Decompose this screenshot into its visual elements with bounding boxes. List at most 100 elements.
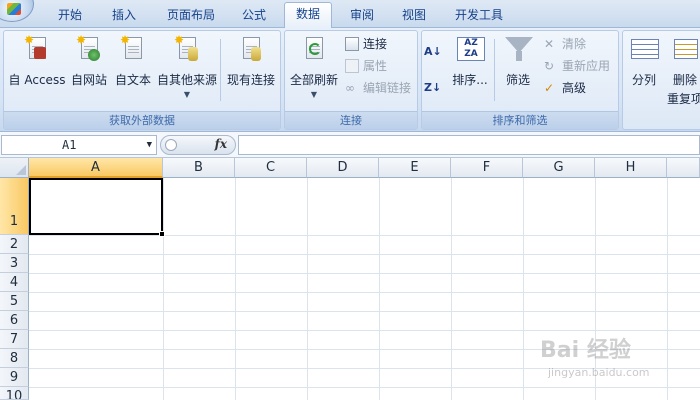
from-web-label: 自网站 — [70, 73, 107, 87]
office-button[interactable] — [0, 0, 34, 22]
row-header[interactable]: 9 — [0, 368, 29, 387]
link-icon: ∞ — [345, 81, 355, 95]
divider — [494, 39, 495, 101]
refresh-all-button[interactable]: 全部刷新 ▼ — [287, 35, 341, 99]
row-header[interactable]: 7 — [0, 330, 29, 349]
tab-home[interactable]: 开始 — [48, 5, 92, 25]
tab-view[interactable]: 视图 — [392, 5, 436, 25]
column-header[interactable]: G — [523, 158, 595, 178]
properties-label: 属性 — [363, 59, 388, 73]
sort-asc-icon: A↓ — [424, 45, 442, 58]
existing-connections-label: 现有连接 — [226, 73, 275, 87]
from-text-label: 自文本 — [114, 73, 151, 87]
filter-button[interactable]: 筛选 — [498, 35, 538, 88]
sort-icon: AZ ZA — [457, 35, 485, 63]
row-header[interactable]: 5 — [0, 292, 29, 311]
from-access-label: 自 Access — [8, 73, 66, 87]
gridline — [523, 178, 524, 400]
refresh-all-label: 全部刷新 — [289, 73, 338, 87]
tab-data[interactable]: 数据 — [284, 2, 332, 29]
column-header[interactable]: D — [307, 158, 379, 178]
group-label-sort-filter: 排序和筛选 — [422, 111, 618, 129]
tab-developer[interactable]: 开发工具 — [446, 5, 512, 25]
gridline — [451, 178, 452, 400]
gridline — [307, 178, 308, 400]
text-to-columns-button[interactable]: 分列 — [627, 35, 661, 88]
gridline — [29, 235, 700, 236]
connections-button[interactable]: 连接 — [343, 35, 387, 53]
chevron-down-icon[interactable]: ▼ — [147, 136, 152, 154]
active-cell-a1[interactable] — [29, 178, 163, 235]
clear-filter-button[interactable]: ✕ 清除 — [542, 35, 586, 53]
gridline — [29, 273, 700, 274]
remove-duplicates-button[interactable]: 删除 重复项 — [667, 35, 700, 107]
column-header[interactable]: C — [235, 158, 307, 178]
insert-function-control: fx — [160, 135, 236, 155]
row-header[interactable]: 6 — [0, 311, 29, 330]
advanced-filter-label: 高级 — [562, 81, 587, 95]
row-header[interactable]: 1 — [0, 178, 29, 235]
row-header[interactable]: 3 — [0, 254, 29, 273]
from-access-button[interactable]: ✸ 自 Access — [8, 34, 66, 88]
fill-handle[interactable] — [159, 231, 165, 237]
fx-icon[interactable]: fx — [215, 137, 227, 151]
refresh-icon — [301, 35, 327, 63]
select-all-button[interactable] — [0, 158, 29, 178]
existing-connections-button[interactable]: 现有连接 — [224, 35, 278, 88]
row-header[interactable]: 10 — [0, 387, 29, 400]
sort-desc-button[interactable]: Z↓ — [424, 79, 444, 97]
from-text-button[interactable]: ✸ 自文本 — [112, 34, 154, 88]
from-web-button[interactable]: ✸ 自网站 — [68, 34, 110, 88]
group-label-connections: 连接 — [285, 111, 417, 129]
sort-desc-icon: Z↓ — [424, 81, 442, 94]
tab-formulas[interactable]: 公式 — [232, 5, 276, 25]
existing-connections-icon — [238, 35, 264, 63]
from-other-sources-label: 自其他来源 — [156, 73, 217, 87]
row-header[interactable]: 2 — [0, 235, 29, 254]
reapply-icon: ↻ — [544, 59, 555, 73]
reapply-button[interactable]: ↻ 重新应用 — [542, 57, 610, 75]
connections-icon — [345, 37, 359, 51]
column-header[interactable]: A — [29, 158, 163, 178]
filter-label: 筛选 — [505, 73, 530, 87]
gridline — [379, 178, 380, 400]
column-header-partial[interactable] — [667, 158, 700, 178]
group-connections: 全部刷新 ▼ 连接 属性 ∞ 编辑链接 连接 — [284, 30, 418, 130]
sort-asc-button[interactable]: A↓ — [424, 43, 444, 61]
ribbon: ✸ 自 Access ✸ 自网站 ✸ 自文本 ✸ 自其他来源 ▼ 现有连接 获取… — [0, 28, 700, 132]
name-box[interactable]: A1 ▼ — [1, 135, 157, 155]
row-header[interactable]: 4 — [0, 273, 29, 292]
tab-review[interactable]: 审阅 — [340, 5, 384, 25]
watermark-url: jingyan.baidu.com — [548, 366, 650, 379]
group-data-tools: 分列 删除 重复项 — [622, 30, 700, 130]
ribbon-tab-bar: 开始 插入 页面布局 公式 数据 审阅 视图 开发工具 — [0, 0, 700, 29]
column-header[interactable]: E — [379, 158, 451, 178]
remove-duplicates-icon — [672, 35, 698, 63]
expand-icon[interactable] — [165, 139, 177, 151]
remove-duplicates-label: 删除 — [672, 73, 697, 87]
tab-page-layout[interactable]: 页面布局 — [158, 5, 224, 25]
edit-links-button[interactable]: ∞ 编辑链接 — [343, 79, 411, 97]
properties-icon — [345, 59, 359, 73]
gridline — [235, 178, 236, 400]
gridline — [29, 292, 700, 293]
sort-button[interactable]: AZ ZA 排序... — [448, 35, 492, 88]
formula-input[interactable] — [238, 135, 700, 155]
advanced-filter-button[interactable]: ✓ 高级 — [542, 79, 586, 97]
baidu-jingyan-watermark: Bai 经验 jingyan.baidu.com — [540, 322, 680, 392]
gridline — [163, 178, 164, 400]
column-header[interactable]: F — [451, 158, 523, 178]
group-get-external-data: ✸ 自 Access ✸ 自网站 ✸ 自文本 ✸ 自其他来源 ▼ 现有连接 获取… — [3, 30, 281, 130]
sort-label: 排序... — [452, 73, 488, 87]
remove-duplicates-label-line2: 重复项 — [667, 92, 700, 106]
column-header[interactable]: B — [163, 158, 235, 178]
column-header[interactable]: H — [595, 158, 667, 178]
tab-insert[interactable]: 插入 — [102, 5, 146, 25]
row-header[interactable]: 8 — [0, 349, 29, 368]
access-icon: ✸ — [24, 34, 50, 63]
properties-button[interactable]: 属性 — [343, 57, 387, 75]
text-to-columns-icon — [631, 35, 659, 63]
text-file-icon: ✸ — [120, 34, 146, 63]
from-other-sources-button[interactable]: ✸ 自其他来源 ▼ — [156, 34, 218, 99]
divider — [220, 39, 221, 101]
